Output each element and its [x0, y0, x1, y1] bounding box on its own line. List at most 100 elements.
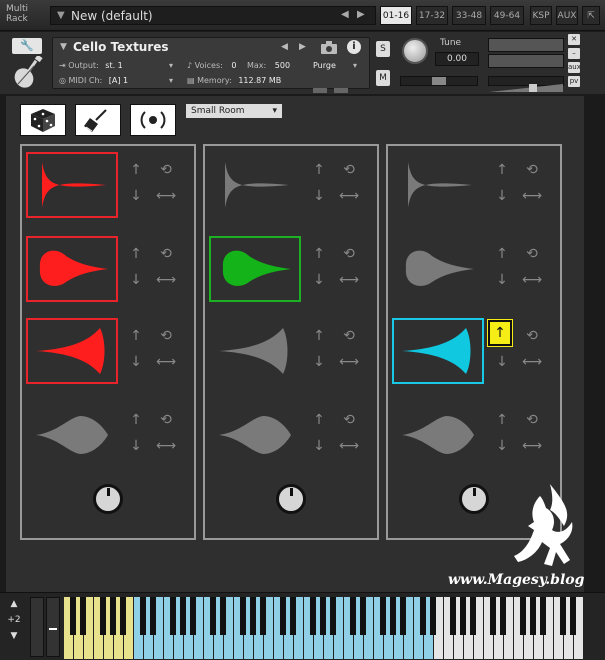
- loop-icon[interactable]: ⟲: [522, 244, 542, 264]
- piano-black-key[interactable]: [70, 597, 76, 635]
- piano-black-key[interactable]: [110, 597, 116, 635]
- piano-black-key[interactable]: [310, 597, 316, 635]
- solo-button[interactable]: S: [376, 41, 390, 57]
- loop-icon[interactable]: ⟲: [339, 410, 359, 430]
- transpose-down-icon[interactable]: ▼: [4, 631, 24, 641]
- loop-icon[interactable]: ⟲: [156, 244, 176, 264]
- piano-black-key[interactable]: [450, 597, 456, 635]
- leaf-envelope-button[interactable]: [209, 236, 301, 302]
- piano-black-key[interactable]: [290, 597, 296, 635]
- camera-icon[interactable]: [321, 41, 337, 54]
- clear-button[interactable]: [75, 104, 121, 136]
- piano-black-key[interactable]: [570, 597, 576, 635]
- midi-dropdown-icon[interactable]: ▾: [169, 76, 173, 85]
- multi-preset-field[interactable]: ▼ New (default) ◀ ▶: [50, 6, 376, 25]
- loop-icon[interactable]: ⟲: [339, 326, 359, 346]
- wrench-icon[interactable]: 🔧: [12, 38, 42, 54]
- mod-wheel[interactable]: [46, 597, 60, 657]
- piano-black-key[interactable]: [170, 597, 176, 635]
- leaf-grey-envelope-button[interactable]: [26, 402, 118, 468]
- purge-dropdown-icon[interactable]: ▾: [353, 61, 357, 70]
- stretch-icon[interactable]: ⟷: [339, 436, 359, 456]
- close-instrument-icon[interactable]: ✕: [568, 34, 580, 45]
- instrument-next-icon[interactable]: ▶: [299, 42, 306, 52]
- tab-aux[interactable]: AUX: [556, 6, 578, 25]
- swell-envelope-button[interactable]: [26, 318, 118, 384]
- move-up-icon[interactable]: ↑: [309, 326, 329, 346]
- leaf-grey-envelope-button[interactable]: [392, 402, 484, 468]
- stretch-icon[interactable]: ⟷: [339, 270, 359, 290]
- move-up-icon[interactable]: ↑: [309, 244, 329, 264]
- move-up-icon[interactable]: ↑: [126, 326, 146, 346]
- piano-black-key[interactable]: [460, 597, 466, 635]
- piano-black-key[interactable]: [100, 597, 106, 635]
- move-down-icon[interactable]: ↓: [492, 352, 512, 372]
- tab-49-64[interactable]: 49-64: [490, 6, 524, 25]
- move-up-icon[interactable]: ↑: [126, 244, 146, 264]
- piano-black-key[interactable]: [150, 597, 156, 635]
- stretch-icon[interactable]: ⟷: [522, 352, 542, 372]
- piano-black-key[interactable]: [220, 597, 226, 635]
- layer-volume-knob[interactable]: [93, 484, 123, 514]
- randomize-button[interactable]: [20, 104, 66, 136]
- loop-icon[interactable]: ⟲: [522, 326, 542, 346]
- move-up-icon[interactable]: ↑: [492, 410, 512, 430]
- move-down-icon[interactable]: ↓: [309, 186, 329, 206]
- loop-icon[interactable]: ⟲: [339, 244, 359, 264]
- piano-black-key[interactable]: [540, 597, 546, 635]
- preset-menu-icon[interactable]: ▼: [57, 10, 65, 21]
- stretch-icon[interactable]: ⟷: [339, 186, 359, 206]
- tab-01-16[interactable]: 01-16: [380, 6, 412, 25]
- stretch-icon[interactable]: ⟷: [156, 270, 176, 290]
- move-up-icon[interactable]: ↑: [309, 160, 329, 180]
- move-down-icon[interactable]: ↓: [309, 270, 329, 290]
- loop-icon[interactable]: ⟲: [522, 410, 542, 430]
- piano-black-key[interactable]: [360, 597, 366, 635]
- loop-icon[interactable]: ⟲: [156, 410, 176, 430]
- move-down-icon[interactable]: ↓: [126, 436, 146, 456]
- piano-black-key[interactable]: [280, 597, 286, 635]
- move-down-icon[interactable]: ↓: [309, 436, 329, 456]
- tune-value[interactable]: 0.00: [435, 52, 479, 66]
- piano-keyboard[interactable]: [64, 597, 584, 659]
- stretch-icon[interactable]: ⟷: [522, 186, 542, 206]
- tune-knob[interactable]: [402, 38, 428, 64]
- move-down-icon[interactable]: ↓: [492, 186, 512, 206]
- loop-icon[interactable]: ⟲: [522, 160, 542, 180]
- move-down-icon[interactable]: ↓: [309, 352, 329, 372]
- leaf-grey-envelope-button[interactable]: [209, 402, 301, 468]
- piano-black-key[interactable]: [210, 597, 216, 635]
- stretch-icon[interactable]: ⟷: [522, 436, 542, 456]
- piano-black-key[interactable]: [240, 597, 246, 635]
- piano-black-key[interactable]: [470, 597, 476, 635]
- info-icon[interactable]: i: [347, 40, 361, 54]
- decay-envelope-button[interactable]: [209, 152, 301, 218]
- swell-envelope-button[interactable]: [392, 318, 484, 384]
- room-select[interactable]: Small Room ▾: [186, 104, 282, 118]
- piano-black-key[interactable]: [490, 597, 496, 635]
- decay-envelope-button[interactable]: [26, 152, 118, 218]
- loop-icon[interactable]: ⟲: [339, 160, 359, 180]
- room-dropdown-icon[interactable]: ▾: [272, 104, 277, 118]
- stretch-icon[interactable]: ⟷: [156, 352, 176, 372]
- preset-prev-icon[interactable]: ◀: [341, 9, 349, 20]
- output-dropdown-icon[interactable]: ▾: [169, 61, 173, 70]
- piano-black-key[interactable]: [140, 597, 146, 635]
- reverb-button[interactable]: [130, 104, 176, 136]
- max-value[interactable]: 500: [275, 61, 290, 70]
- piano-black-key[interactable]: [250, 597, 256, 635]
- volume-slider[interactable]: [488, 76, 564, 92]
- instrument-prev-icon[interactable]: ◀: [281, 42, 288, 52]
- piano-black-key[interactable]: [500, 597, 506, 635]
- transpose-control[interactable]: ▲ +2 ▼: [4, 599, 24, 649]
- loop-icon[interactable]: ⟲: [156, 160, 176, 180]
- piano-black-key[interactable]: [380, 597, 386, 635]
- midi-row[interactable]: ◎ MIDI Ch: [A] 1 ▾: [59, 76, 179, 88]
- piano-black-key[interactable]: [330, 597, 336, 635]
- pv-button[interactable]: pv: [568, 76, 580, 87]
- swell-envelope-button[interactable]: [209, 318, 301, 384]
- move-up-icon[interactable]: ↑: [487, 319, 513, 347]
- piano-black-key[interactable]: [390, 597, 396, 635]
- move-down-icon[interactable]: ↓: [492, 270, 512, 290]
- stretch-icon[interactable]: ⟷: [156, 436, 176, 456]
